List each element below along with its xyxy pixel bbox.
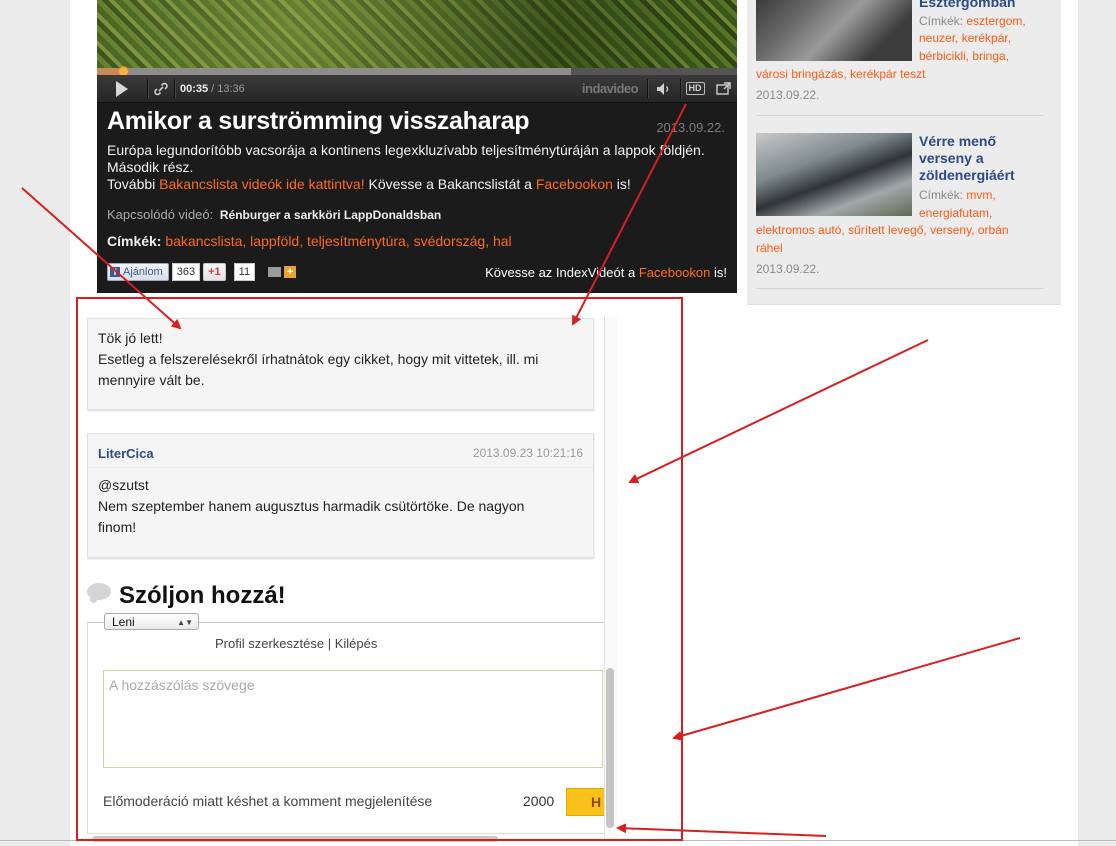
time-display: 00:35 / 13:36 bbox=[180, 75, 250, 102]
video-title: Amikor a surströmming visszaharap bbox=[107, 107, 530, 135]
sidebar-divider bbox=[756, 288, 1044, 289]
follow-facebook-line: Kövesse az IndexVideót a Facebookon is! bbox=[485, 265, 727, 280]
speech-bubble-icon bbox=[87, 583, 111, 603]
comment-line: Tök jó lett! bbox=[98, 330, 163, 346]
google-plus-button[interactable]: +1 bbox=[203, 263, 226, 281]
page-margin-right bbox=[1078, 0, 1116, 846]
video-progress-bar[interactable] bbox=[97, 66, 737, 77]
fullscreen-button[interactable] bbox=[710, 75, 736, 102]
bakancslista-link[interactable]: Bakancslista videók ide kattintva! bbox=[159, 176, 364, 192]
volume-button[interactable] bbox=[650, 75, 678, 102]
video-date: 2013.09.22. bbox=[656, 120, 725, 135]
comment: LiterCica 2013.09.23 10:21:16 @szutst Ne… bbox=[87, 433, 594, 558]
related-video-tags-line[interactable]: bérbicikli, bringa, bbox=[919, 48, 1009, 66]
like-count: 363 bbox=[171, 263, 201, 281]
video-player: 00:35 / 13:36 indavideo HD Amikor a surs… bbox=[97, 0, 737, 293]
speaker-icon bbox=[657, 82, 669, 95]
character-counter: 2000 bbox=[523, 793, 555, 809]
related-video-tags-line[interactable]: neuzer, kerékpár, bbox=[919, 30, 1011, 48]
comment-form-heading: Szóljon hozzá! bbox=[119, 582, 286, 609]
related-video-link[interactable]: Rénburger a sarkköri LappDonaldsban bbox=[220, 208, 441, 222]
comment-date: 2013.09.23 10:21:16 bbox=[472, 446, 583, 460]
tags-label: Címkék: bbox=[107, 233, 162, 249]
description-text: Európa legundorítóbb vacsorája a kontine… bbox=[107, 142, 705, 175]
comment-line: mennyire vált be. bbox=[98, 372, 205, 388]
select-arrows-icon: ▲▼ bbox=[177, 618, 193, 627]
link-icon bbox=[154, 82, 168, 95]
video-buffered-bar bbox=[97, 68, 571, 75]
related-video-tags: Címkék: esztergom, bbox=[919, 14, 1026, 28]
related-video-tags-line[interactable]: elektromos autó, sűrített levegő, versen… bbox=[756, 222, 1009, 240]
comment-body: Tök jó lett! Esetleg a felszerelésekről … bbox=[88, 319, 593, 391]
hd-button[interactable]: HD bbox=[682, 75, 708, 102]
video-frame[interactable] bbox=[97, 0, 737, 68]
time-separator: / bbox=[211, 82, 215, 95]
related-video-thumbnail[interactable] bbox=[756, 133, 912, 216]
current-time: 00:35 bbox=[180, 82, 209, 95]
related-video-tags-line[interactable]: ráhel bbox=[756, 240, 783, 258]
related-video-thumbnail[interactable] bbox=[756, 0, 912, 61]
related-video-title[interactable]: Vérre menő verseny a zöldenergiáért bbox=[919, 133, 1049, 184]
play-button[interactable] bbox=[97, 75, 147, 102]
facebook-like-button[interactable]: f Ajánlom bbox=[107, 263, 169, 281]
logout-link[interactable]: Kilépés bbox=[335, 636, 378, 651]
total-time: 13:36 bbox=[217, 82, 245, 95]
form-links: Profil szerkesztése | Kilépés bbox=[215, 636, 378, 651]
premoderation-note: Előmoderáció miatt késhet a komment megj… bbox=[103, 793, 433, 809]
sidebar-divider bbox=[756, 115, 1044, 116]
comment-line: Nem szeptember hanem augusztus harmadik … bbox=[98, 498, 525, 514]
window-bottom-edge bbox=[0, 840, 1116, 841]
more-videos-line: További Bakancslista videók ide kattintv… bbox=[107, 176, 631, 192]
video-controls: 00:35 / 13:36 indavideo HD bbox=[97, 75, 737, 103]
submit-comment-button[interactable]: H bbox=[566, 788, 604, 816]
related-video-date: 2013.09.22. bbox=[756, 88, 820, 102]
comments-section[interactable]: Tök jó lett! Esetleg a felszerelésekről … bbox=[87, 300, 604, 840]
related-video-tags-line[interactable]: városi bringázás, kerékpár teszt bbox=[756, 66, 925, 84]
play-icon bbox=[116, 80, 128, 97]
indavideo-logo[interactable]: indavideo bbox=[575, 75, 645, 102]
comment-line: Esetleg a felszerelésekről írhatnátok eg… bbox=[98, 351, 539, 367]
edit-profile-link[interactable]: Profil szerkesztése bbox=[215, 636, 324, 651]
hd-label: HD bbox=[685, 82, 705, 95]
related-label: Kapcsolódó videó: bbox=[107, 207, 214, 222]
horizontal-scrollbar-thumb[interactable] bbox=[92, 836, 498, 842]
related-video-tags: Címkék: mvm, bbox=[919, 188, 996, 202]
comment-header-divider bbox=[88, 467, 593, 468]
follow-facebook-link[interactable]: Facebookon bbox=[639, 265, 711, 280]
video-tags-row: Címkék: bakancslista, lappföld, teljesít… bbox=[107, 233, 512, 249]
video-description: Európa legundorítóbb vacsorája a kontine… bbox=[107, 142, 733, 193]
add-share-icon[interactable]: + bbox=[284, 266, 297, 278]
video-tags[interactable]: bakancslista, lappföld, teljesítménytúra… bbox=[165, 233, 511, 249]
comment-line: @szutst bbox=[98, 477, 149, 493]
share-bar: f Ajánlom 363 +1 11 + bbox=[107, 263, 297, 281]
related-videos-sidebar: Esztergomban Címkék: esztergom, neuzer, … bbox=[747, 0, 1061, 305]
google-plus-count: 11 bbox=[233, 263, 256, 281]
page-margin-left bbox=[0, 0, 70, 846]
related-video-title[interactable]: Esztergomban bbox=[919, 0, 1049, 11]
email-icon[interactable] bbox=[268, 267, 282, 277]
comment-author[interactable]: LiterCica bbox=[98, 446, 154, 461]
related-video-tags-line[interactable]: energiafutam, bbox=[919, 205, 992, 223]
comment: Tök jó lett! Esetleg a felszerelésekről … bbox=[87, 318, 594, 410]
facebook-icon: f bbox=[110, 267, 120, 277]
user-select[interactable]: Leni ▲▼ bbox=[104, 613, 199, 630]
related-video-row: Kapcsolódó videó: Rénburger a sarkköri L… bbox=[107, 207, 441, 222]
fullscreen-icon bbox=[715, 82, 731, 95]
vertical-scrollbar-thumb[interactable] bbox=[606, 668, 614, 828]
comment-line: finom! bbox=[98, 519, 137, 535]
related-video-date: 2013.09.22. bbox=[756, 262, 820, 276]
share-link-button[interactable] bbox=[149, 75, 173, 102]
facebook-link[interactable]: Facebookon bbox=[536, 176, 613, 192]
comment-textarea[interactable]: A hozzászólás szövege bbox=[103, 670, 603, 768]
